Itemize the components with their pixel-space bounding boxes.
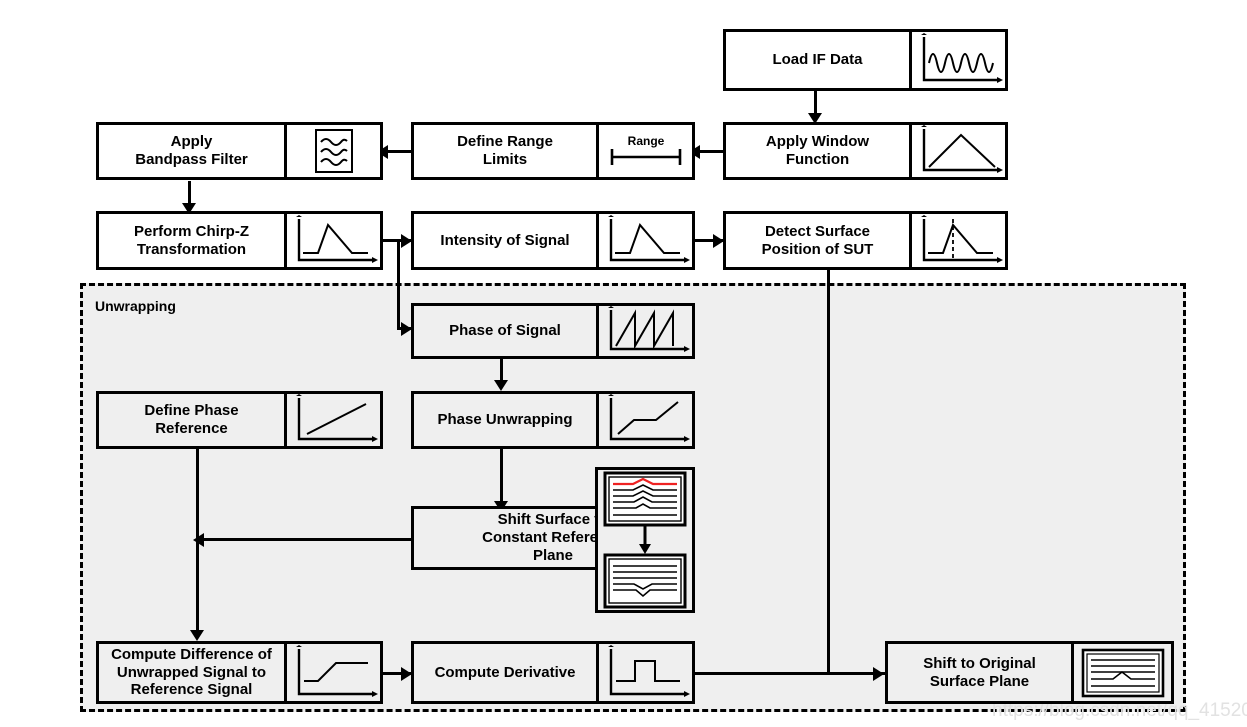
range-bar-icon: Range [596, 125, 692, 177]
node-label-phase-of-signal: Phase of Signal [449, 322, 561, 340]
node-intensity[interactable]: Intensity of Signal [411, 211, 695, 270]
node-load-if-data[interactable]: Load IF Data [723, 29, 1008, 91]
node-label-define-range: Define Range Limits [457, 133, 553, 168]
arrowhead-phaseref-to-difference [190, 630, 204, 641]
s-curve-plot-icon [284, 644, 380, 701]
sawtooth-plot-icon [596, 306, 692, 356]
triangle-window-plot-icon [909, 125, 1005, 177]
peak-plot-dashed-icon [909, 214, 1005, 267]
node-label-apply-window: Apply Window Function [765, 133, 870, 168]
node-label-load-if-data: Load IF Data [772, 51, 863, 69]
surface-shift-stack-icon [595, 467, 695, 613]
edge-unwrap-to-shiftsurface [500, 449, 503, 506]
peak-plot-icon [596, 214, 692, 267]
unwrapping-region-label: Unwrapping [95, 298, 176, 314]
edge-chirpz-down-trunk [397, 239, 400, 329]
node-label-intensity: Intensity of Signal [440, 231, 570, 249]
node-shift-original[interactable]: Shift to Original Surface Plane [885, 641, 1174, 704]
node-label-phase-unwrapping: Phase Unwrapping [437, 411, 573, 429]
node-phase-unwrapping[interactable]: Phase Unwrapping [411, 391, 695, 449]
staircase-ramp-plot-icon [596, 394, 692, 446]
node-apply-window[interactable]: Apply Window Function [723, 122, 1008, 180]
edge-detect-down-trunk [827, 270, 830, 675]
flowchart-canvas: Unwrapping Load IF Data Apply Window Fun… [0, 0, 1247, 727]
node-label-compute-difference: Compute Difference of Unwrapped Signal to… [111, 645, 272, 699]
node-label-shift-original: Shift to Original Surface Plane [923, 654, 1036, 690]
bandpass-filter-icon [284, 125, 380, 177]
node-label-compute-derivative: Compute Derivative [434, 663, 576, 681]
node-bandpass-filter[interactable]: Apply Bandpass Filter [96, 122, 383, 180]
node-chirp-z[interactable]: Perform Chirp-Z Transformation [96, 211, 383, 270]
edge-derivative-to-shiftorig [695, 672, 885, 675]
node-label-bandpass-filter: Apply Bandpass Filter [135, 133, 248, 168]
arrowhead-to-shiftorig [873, 667, 884, 681]
node-define-phase-ref[interactable]: Define Phase Reference [96, 391, 383, 449]
square-pulse-plot-icon [596, 644, 692, 701]
node-define-range[interactable]: Define Range Limits Range [411, 122, 695, 180]
edge-shiftsurface-to-left [199, 538, 411, 541]
node-compute-difference[interactable]: Compute Difference of Unwrapped Signal to… [96, 641, 383, 704]
sine-wave-plot-icon [909, 32, 1005, 88]
node-label-define-phase-ref: Define Phase Reference [144, 402, 239, 437]
arrowhead-phase-to-unwrap [494, 380, 508, 391]
surface-bump-icon [1071, 644, 1171, 701]
node-label-chirp-z: Perform Chirp-Z Transformation [133, 222, 249, 258]
node-phase-of-signal[interactable]: Phase of Signal [411, 303, 695, 359]
node-detect-surface[interactable]: Detect Surface Position of SUT [723, 211, 1008, 270]
range-icon-label: Range [627, 134, 664, 148]
ramp-plot-icon [284, 394, 380, 446]
node-label-detect-surface: Detect Surface Position of SUT [761, 222, 874, 258]
peak-plot-icon [284, 214, 380, 267]
arrowhead-shiftsurface-to-left [193, 533, 204, 547]
node-compute-derivative[interactable]: Compute Derivative [411, 641, 695, 704]
